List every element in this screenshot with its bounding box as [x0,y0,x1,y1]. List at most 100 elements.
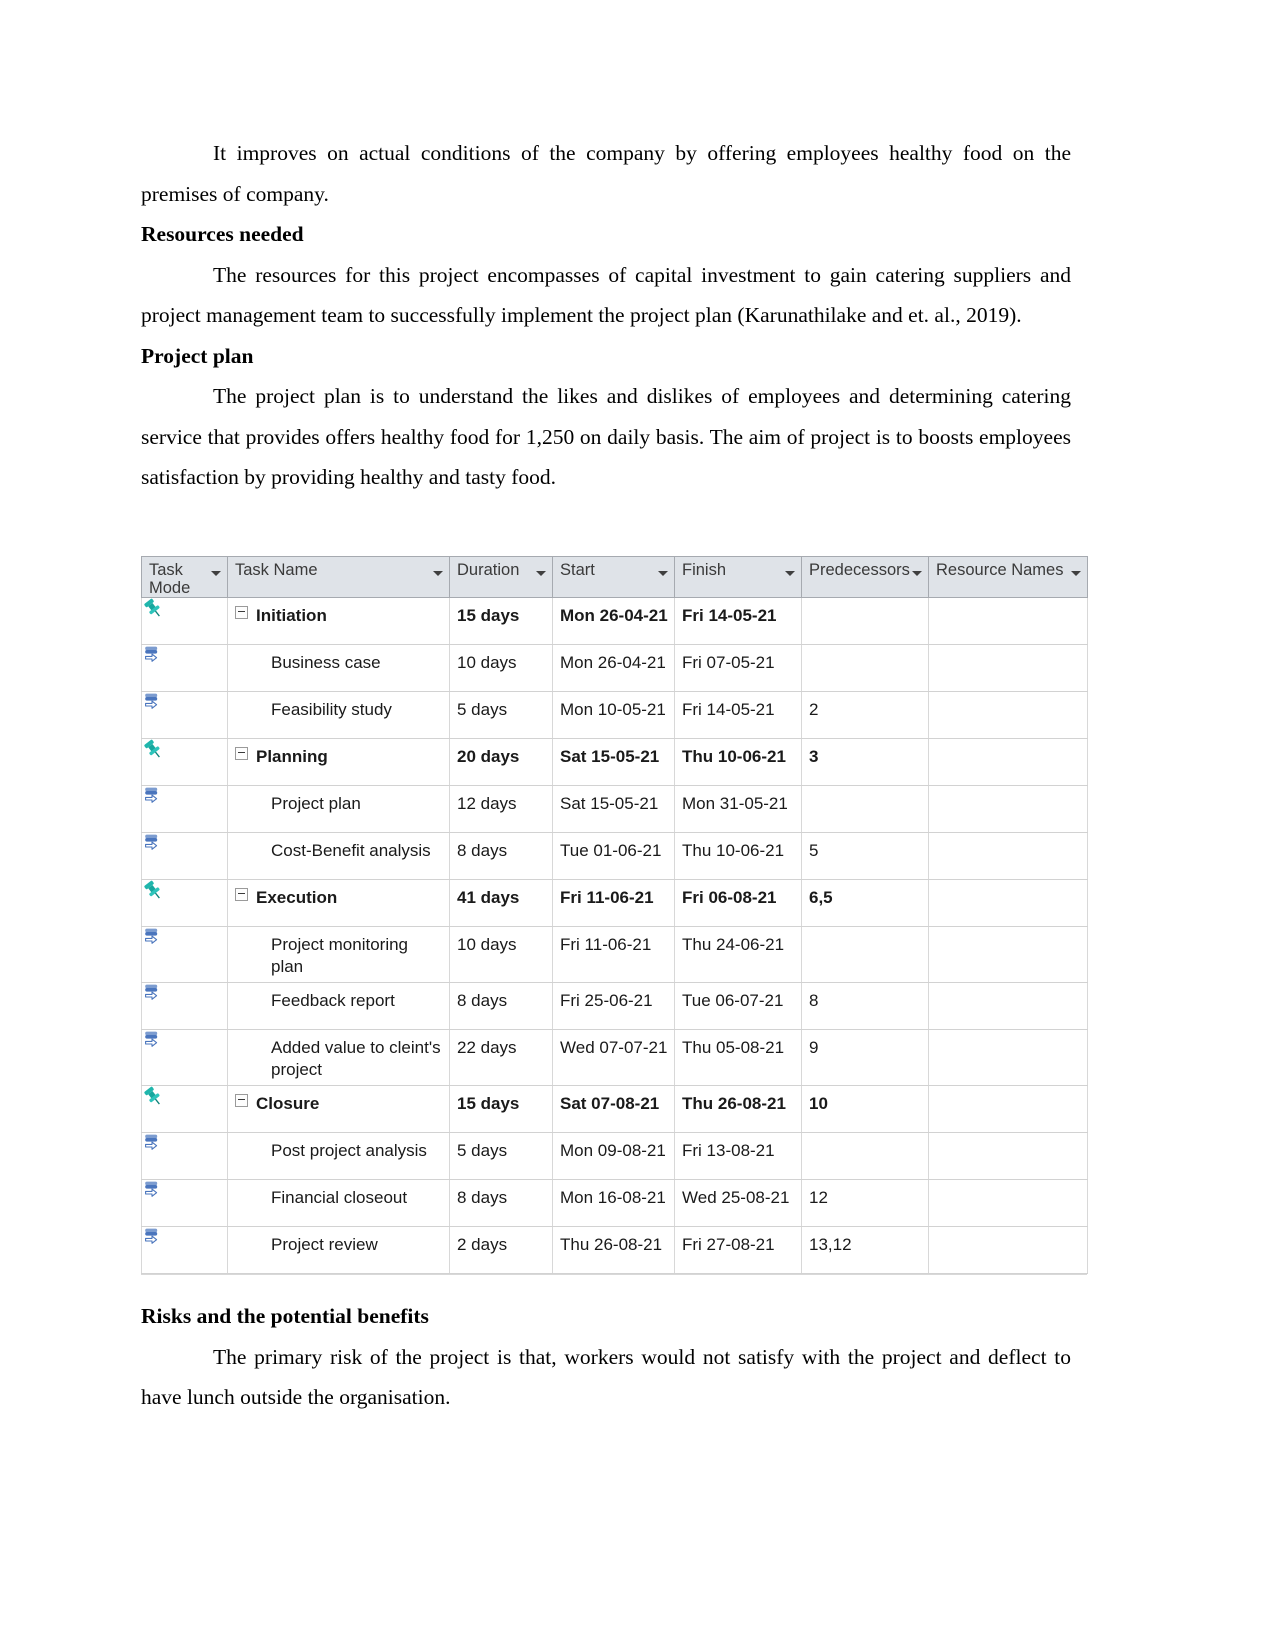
cell-task-name[interactable]: Cost-Benefit analysis [227,832,450,880]
column-header-predecessors[interactable]: Predecessors [801,556,929,598]
cell-duration[interactable]: 8 days [449,832,553,880]
cell-finish[interactable]: Thu 10-06-21 [674,738,802,786]
cell-start[interactable]: Thu 26-08-21 [552,1226,675,1274]
cell-predecessors[interactable]: 12 [801,1179,929,1227]
filter-dropdown-icon[interactable] [658,571,668,576]
cell-duration[interactable]: 5 days [449,691,553,739]
cell-start[interactable]: Mon 26-04-21 [552,644,675,692]
table-row[interactable]: Feedback report 8 days Fri 25-06-21 Tue 06-… [141,982,1088,1030]
cell-predecessors[interactable]: 13,12 [801,1226,929,1274]
cell-resource-names[interactable] [928,982,1088,1030]
cell-finish[interactable]: Thu 26-08-21 [674,1085,802,1133]
cell-resource-names[interactable] [928,1085,1088,1133]
cell-task-name[interactable]: Post project analysis [227,1132,450,1180]
cell-task-mode[interactable] [141,1179,228,1227]
cell-task-mode[interactable] [141,1226,228,1274]
cell-task-name[interactable]: Execution [227,879,450,927]
cell-finish[interactable]: Fri 27-08-21 [674,1226,802,1274]
table-row[interactable]: Execution 41 days Fri 11-06-21 Fri 06-08-21… [141,879,1088,927]
cell-predecessors[interactable]: 6,5 [801,879,929,927]
cell-resource-names[interactable] [928,785,1088,833]
cell-resource-names[interactable] [928,1132,1088,1180]
table-row[interactable]: Feasibility study 5 days Mon 10-05-21 Fri 1… [141,691,1088,739]
cell-task-mode[interactable] [141,597,228,645]
cell-task-mode[interactable] [141,1132,228,1180]
filter-dropdown-icon[interactable] [211,571,221,576]
cell-duration[interactable]: 10 days [449,644,553,692]
cell-task-mode[interactable] [141,691,228,739]
cell-resource-names[interactable] [928,832,1088,880]
cell-task-name[interactable]: Initiation [227,597,450,645]
cell-start[interactable]: Wed 07-07-21 [552,1029,675,1086]
table-row[interactable]: Initiation 15 days Mon 26-04-21 Fri 14-05-2… [141,597,1088,645]
cell-resource-names[interactable] [928,738,1088,786]
cell-resource-names[interactable] [928,644,1088,692]
cell-predecessors[interactable]: 8 [801,982,929,1030]
cell-duration[interactable]: 5 days [449,1132,553,1180]
cell-task-mode[interactable] [141,1029,228,1086]
cell-finish[interactable]: Mon 31-05-21 [674,785,802,833]
cell-predecessors[interactable] [801,644,929,692]
cell-duration[interactable]: 10 days [449,926,553,983]
table-row[interactable]: Financial closeout 8 days Mon 16-08-21 Wed … [141,1179,1088,1227]
cell-finish[interactable]: Thu 05-08-21 [674,1029,802,1086]
cell-start[interactable]: Sat 07-08-21 [552,1085,675,1133]
table-row[interactable]: Project plan 12 days Sat 15-05-21 Mon 31-05… [141,785,1088,833]
cell-duration[interactable]: 15 days [449,1085,553,1133]
column-header-task-name[interactable]: Task Name [227,556,450,598]
cell-predecessors[interactable] [801,597,929,645]
cell-task-name[interactable]: Project review [227,1226,450,1274]
cell-finish[interactable]: Fri 13-08-21 [674,1132,802,1180]
cell-duration[interactable]: 20 days [449,738,553,786]
cell-resource-names[interactable] [928,691,1088,739]
cell-finish[interactable]: Fri 14-05-21 [674,597,802,645]
cell-start[interactable]: Fri 11-06-21 [552,879,675,927]
cell-task-mode[interactable] [141,644,228,692]
cell-task-name[interactable]: Feasibility study [227,691,450,739]
table-row[interactable]: Project review 2 days Thu 26-08-21 Fri 27-0… [141,1226,1088,1274]
table-row[interactable]: Business case 10 days Mon 26-04-21 Fri 07-0… [141,644,1088,692]
table-row[interactable]: Added value to cleint's project 22 days We… [141,1029,1088,1086]
cell-resource-names[interactable] [928,1226,1088,1274]
cell-task-mode[interactable] [141,1085,228,1133]
cell-predecessors[interactable]: 9 [801,1029,929,1086]
cell-finish[interactable]: Thu 24-06-21 [674,926,802,983]
cell-resource-names[interactable] [928,926,1088,983]
cell-resource-names[interactable] [928,1029,1088,1086]
filter-dropdown-icon[interactable] [536,571,546,576]
cell-predecessors[interactable]: 2 [801,691,929,739]
cell-duration[interactable]: 8 days [449,982,553,1030]
column-header-task-mode[interactable]: Task Mode [141,556,228,598]
cell-finish[interactable]: Thu 10-06-21 [674,832,802,880]
cell-duration[interactable]: 12 days [449,785,553,833]
cell-task-name[interactable]: Feedback report [227,982,450,1030]
cell-finish[interactable]: Fri 07-05-21 [674,644,802,692]
cell-start[interactable]: Tue 01-06-21 [552,832,675,880]
filter-dropdown-icon[interactable] [912,571,922,576]
cell-predecessors[interactable]: 3 [801,738,929,786]
cell-duration[interactable]: 41 days [449,879,553,927]
cell-duration[interactable]: 22 days [449,1029,553,1086]
cell-task-mode[interactable] [141,982,228,1030]
cell-start[interactable]: Mon 10-05-21 [552,691,675,739]
cell-duration[interactable]: 2 days [449,1226,553,1274]
collapse-outline-icon[interactable] [235,1094,248,1107]
cell-start[interactable]: Sat 15-05-21 [552,785,675,833]
cell-duration[interactable]: 15 days [449,597,553,645]
cell-duration[interactable]: 8 days [449,1179,553,1227]
cell-task-name[interactable]: Project plan [227,785,450,833]
cell-resource-names[interactable] [928,1179,1088,1227]
cell-predecessors[interactable] [801,1132,929,1180]
cell-task-name[interactable]: Added value to cleint's project [227,1029,450,1086]
collapse-outline-icon[interactable] [235,888,248,901]
filter-dropdown-icon[interactable] [433,571,443,576]
cell-predecessors[interactable] [801,926,929,983]
cell-start[interactable]: Mon 16-08-21 [552,1179,675,1227]
collapse-outline-icon[interactable] [235,747,248,760]
cell-task-name[interactable]: Business case [227,644,450,692]
cell-start[interactable]: Mon 09-08-21 [552,1132,675,1180]
cell-task-name[interactable]: Financial closeout [227,1179,450,1227]
cell-predecessors[interactable] [801,785,929,833]
cell-task-mode[interactable] [141,785,228,833]
cell-start[interactable]: Sat 15-05-21 [552,738,675,786]
